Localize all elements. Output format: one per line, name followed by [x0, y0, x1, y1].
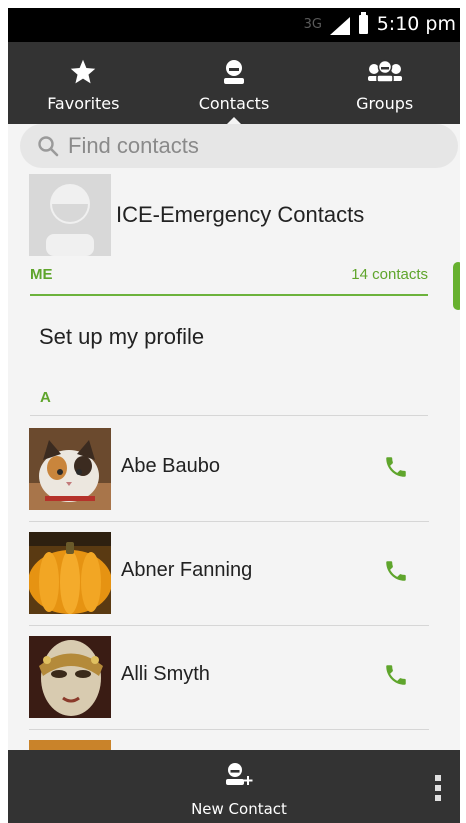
- me-header: ME: [30, 266, 53, 283]
- contact-photo-cat: [29, 428, 111, 510]
- contact-name: Abe Baubo: [121, 455, 220, 477]
- scroll-thumb[interactable]: [453, 262, 460, 310]
- tab-contacts-label: Contacts: [198, 94, 270, 113]
- tab-bar: Favorites Contacts Groups: [8, 42, 460, 125]
- contacts-app: 3G 5:10 pm Favorites Contacts Groups Fin…: [8, 8, 460, 823]
- section-letter: A: [40, 389, 51, 406]
- clock: 5:10 pm: [376, 13, 456, 35]
- star-icon: [63, 56, 103, 88]
- contact-name: Abner Fanning: [121, 559, 253, 581]
- person-icon: [214, 56, 254, 88]
- ice-avatar: [29, 174, 111, 256]
- signal-icon: [330, 17, 350, 35]
- network-type: 3G: [303, 17, 322, 32]
- search-bar[interactable]: [20, 124, 458, 168]
- alpha-section-header: A: [30, 388, 428, 416]
- status-bar: 3G 5:10 pm: [8, 8, 460, 42]
- new-contact-button[interactable]: New Contact: [184, 762, 294, 818]
- phone-icon[interactable]: [383, 662, 409, 688]
- overflow-menu-icon[interactable]: [434, 774, 442, 802]
- contact-row[interactable]: Abner Fanning: [29, 522, 429, 626]
- contact-photo-mask: [29, 636, 111, 718]
- setup-profile-item[interactable]: Set up my profile: [39, 324, 204, 350]
- battery-icon: [359, 12, 368, 34]
- ice-emergency-contacts[interactable]: ICE-Emergency Contacts: [8, 172, 448, 258]
- tab-favorites[interactable]: Favorites: [8, 42, 159, 124]
- group-icon: [365, 56, 405, 88]
- tab-groups[interactable]: Groups: [309, 42, 460, 124]
- contact-name: Alli Smyth: [121, 663, 210, 685]
- add-person-icon: [226, 763, 253, 785]
- me-section-header: ME 14 contacts: [30, 264, 428, 296]
- phone-icon[interactable]: [383, 558, 409, 584]
- search-icon: [38, 136, 59, 157]
- contact-photo-pumpkin: [29, 532, 111, 614]
- phone-icon[interactable]: [383, 454, 409, 480]
- search-input[interactable]: [68, 133, 428, 159]
- contact-row[interactable]: Alli Smyth: [29, 626, 429, 730]
- tab-groups-label: Groups: [356, 94, 414, 113]
- bottom-action-bar: New Contact: [8, 750, 460, 823]
- tab-favorites-label: Favorites: [47, 94, 120, 113]
- contact-row[interactable]: Abe Baubo: [29, 418, 429, 522]
- contacts-count: 14 contacts: [351, 266, 428, 283]
- ice-label: ICE-Emergency Contacts: [116, 202, 365, 227]
- tab-contacts[interactable]: Contacts: [159, 42, 310, 125]
- new-contact-label: New Contact: [191, 800, 287, 818]
